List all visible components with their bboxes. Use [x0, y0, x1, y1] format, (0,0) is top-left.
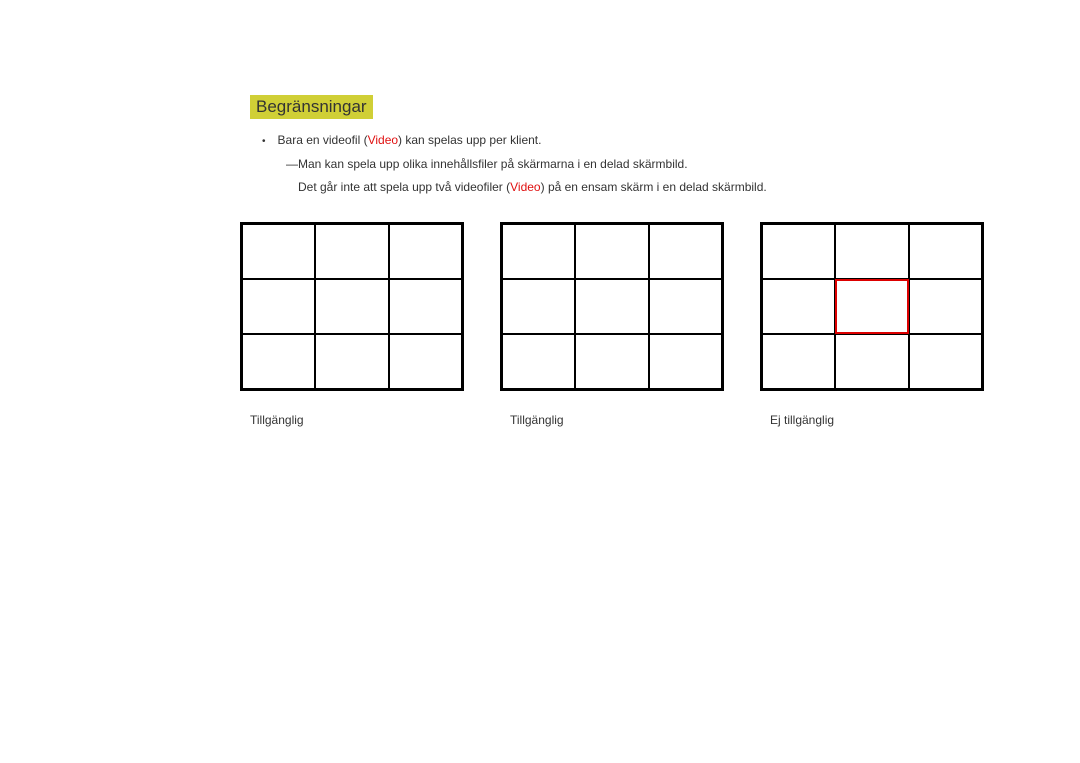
grid-cell	[762, 224, 835, 279]
grid-cell	[315, 224, 388, 279]
grid-cell	[909, 279, 982, 334]
grid-cell	[909, 224, 982, 279]
grid-3	[760, 222, 984, 391]
bullet-icon: •	[262, 136, 266, 147]
grid-cell	[649, 224, 722, 279]
bullet-text: Bara en videofil (Video) kan spelas upp …	[278, 133, 542, 147]
grid-cell	[649, 334, 722, 389]
grid-cell	[762, 334, 835, 389]
subnote-2-post: ) på en ensam skärm i en delad skärmbild…	[541, 180, 767, 194]
grid-2	[500, 222, 724, 391]
grid-cell	[315, 279, 388, 334]
grid-cell	[315, 334, 388, 389]
grid-caption-2: Tillgänglig	[510, 413, 720, 427]
subnote-2-pre: Det går inte att spela upp två videofile…	[298, 180, 510, 194]
grid-cell	[502, 334, 575, 389]
subnote-2: Det går inte att spela upp två videofile…	[298, 178, 1080, 197]
grid-cell	[835, 334, 908, 389]
subnote-1: ―Man kan spela upp olika innehållsfiler …	[286, 155, 1080, 174]
grid-caption-3: Ej tillgänglig	[770, 413, 980, 427]
section-heading: Begränsningar	[250, 95, 373, 119]
grid-caption-1: Tillgänglig	[250, 413, 460, 427]
grid-cell-highlight	[835, 279, 908, 334]
grid-cell	[389, 279, 462, 334]
grid-cell	[242, 224, 315, 279]
grid-cell	[502, 224, 575, 279]
grid-cell	[835, 224, 908, 279]
video-word: Video	[368, 133, 398, 147]
bullet-pre: Bara en videofil (	[278, 133, 368, 147]
bullet-line: • Bara en videofil (Video) kan spelas up…	[262, 133, 1080, 147]
grid-1	[240, 222, 464, 391]
grid-cell	[575, 334, 648, 389]
grid-cell	[762, 279, 835, 334]
grid-block-2: Tillgänglig	[500, 222, 720, 427]
grid-block-1: Tillgänglig	[240, 222, 460, 427]
grid-block-3: Ej tillgänglig	[760, 222, 980, 427]
grids-row: Tillgänglig Tillgänglig	[240, 222, 1080, 427]
video-word-2: Video	[510, 180, 540, 194]
grid-cell	[909, 334, 982, 389]
grid-cell	[242, 279, 315, 334]
grid-cell	[242, 334, 315, 389]
grid-cell	[502, 279, 575, 334]
subnote-1-text: Man kan spela upp olika innehållsfiler p…	[298, 157, 688, 171]
dash-icon: ―	[286, 155, 298, 174]
grid-cell	[575, 279, 648, 334]
document-content: Begränsningar • Bara en videofil (Video)…	[0, 0, 1080, 427]
grid-cell	[389, 224, 462, 279]
grid-cell	[575, 224, 648, 279]
bullet-post: ) kan spelas upp per klient.	[398, 133, 541, 147]
grid-cell	[649, 279, 722, 334]
grid-cell	[389, 334, 462, 389]
